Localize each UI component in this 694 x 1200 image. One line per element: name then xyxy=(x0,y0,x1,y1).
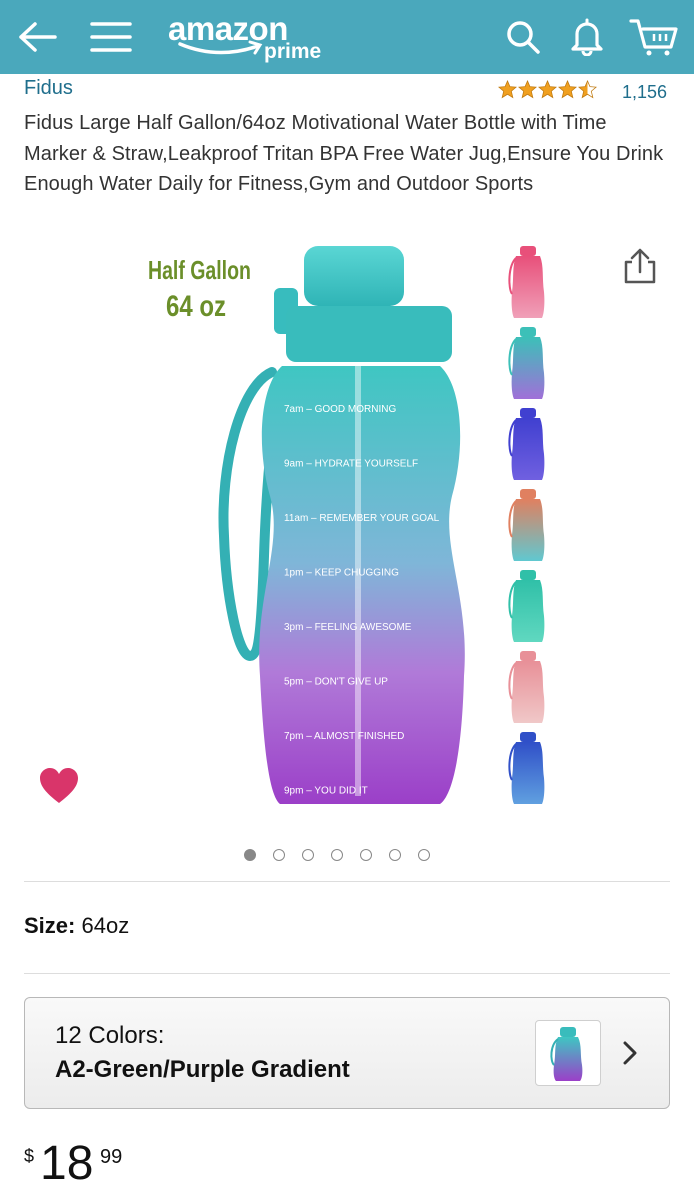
carousel-dot[interactable] xyxy=(389,849,401,861)
product-main-image[interactable]: 7am – GOOD MORNING 9am – HYDRATE YOURSELF… xyxy=(200,236,490,826)
top-navigation-bar: amazon prime xyxy=(0,0,694,74)
hamburger-menu-icon[interactable] xyxy=(86,0,136,74)
color-count-label: 12 Colors: xyxy=(55,1022,165,1049)
time-marker-label: 11am – REMEMBER YOUR GOAL xyxy=(284,513,440,524)
carousel-dot[interactable] xyxy=(273,849,285,861)
color-thumbnail[interactable] xyxy=(506,568,550,644)
back-arrow-icon[interactable] xyxy=(12,0,62,74)
logo-sub-text: prime xyxy=(264,40,322,63)
time-marker-label: 7am – GOOD MORNING xyxy=(284,404,396,415)
carousel-dot[interactable] xyxy=(244,849,256,861)
time-marker-label: 9am – HYDRATE YOURSELF xyxy=(284,459,418,470)
smile-arrow-icon xyxy=(178,40,263,55)
divider xyxy=(24,881,670,882)
color-selector-button[interactable]: 12 Colors: A2-Green/Purple Gradient xyxy=(24,997,670,1109)
color-thumbnail[interactable] xyxy=(506,730,550,806)
color-thumbnail[interactable] xyxy=(506,649,550,725)
time-marker-label: 7pm – ALMOST FINISHED xyxy=(284,731,404,742)
color-thumbnail[interactable] xyxy=(506,406,550,482)
star-full-icon xyxy=(498,80,517,99)
color-thumbnail[interactable] xyxy=(506,244,550,320)
carousel-dot[interactable] xyxy=(302,849,314,861)
bottle-lid xyxy=(304,246,404,306)
share-icon[interactable] xyxy=(620,246,660,286)
carousel-dot[interactable] xyxy=(418,849,430,861)
price-currency: $ xyxy=(24,1146,35,1166)
image-carousel-dots[interactable] xyxy=(244,849,430,861)
chevron-right-icon xyxy=(623,1041,637,1065)
review-count-link[interactable]: 1,156 xyxy=(622,82,667,103)
star-full-icon xyxy=(558,80,577,99)
price-fraction: 99 xyxy=(100,1146,123,1168)
color-thumbnail[interactable] xyxy=(506,487,550,563)
bottle-cap xyxy=(286,306,452,362)
divider xyxy=(24,973,670,974)
color-thumbnail[interactable] xyxy=(506,325,550,401)
product-title: Fidus Large Half Gallon/64oz Motivationa… xyxy=(24,112,664,195)
amazon-prime-logo[interactable]: amazon prime xyxy=(164,4,344,70)
star-half-icon xyxy=(578,80,597,99)
selected-color-name: A2-Green/Purple Gradient xyxy=(55,1056,350,1083)
wishlist-heart-icon[interactable] xyxy=(38,766,80,806)
carousel-dot[interactable] xyxy=(331,849,343,861)
size-label: Size: xyxy=(24,913,76,938)
size-row[interactable]: Size: 64oz xyxy=(24,913,129,939)
carousel-dot[interactable] xyxy=(360,849,372,861)
star-full-icon xyxy=(518,80,537,99)
bell-icon[interactable] xyxy=(562,0,612,74)
time-marker-label: 9pm – YOU DID IT xyxy=(284,786,368,797)
time-marker-label: 3pm – FEELING AWESOME xyxy=(284,622,412,633)
cart-icon[interactable] xyxy=(624,0,684,74)
size-value: 64oz xyxy=(81,913,130,938)
time-marker-label: 5pm – DON'T GIVE UP xyxy=(284,677,388,688)
search-icon[interactable] xyxy=(498,0,548,74)
time-marker-label: 1pm – KEEP CHUGGING xyxy=(284,568,399,579)
brand-link[interactable]: Fidus xyxy=(24,77,73,100)
star-full-icon xyxy=(538,80,557,99)
price-whole: 18 xyxy=(40,1137,94,1190)
star-rating[interactable] xyxy=(498,80,597,99)
selected-color-thumbnail xyxy=(535,1020,601,1086)
